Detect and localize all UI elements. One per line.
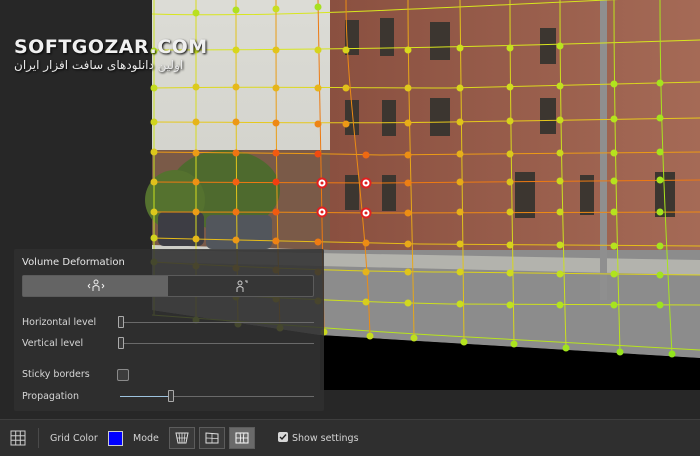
- person-move-icon: [236, 280, 247, 292]
- panel-title: Volume Deformation: [22, 257, 125, 268]
- propagation-label: Propagation: [22, 391, 79, 402]
- volume-deformation-panel: Volume Deformation Horizontal level Vert…: [14, 249, 324, 411]
- toolbar-divider: [38, 428, 39, 448]
- horizontal-level-label: Horizontal level: [22, 317, 97, 328]
- warp-grid-icon: [235, 432, 249, 444]
- expand-mode-button[interactable]: [23, 276, 168, 296]
- grid-icon: [10, 430, 26, 446]
- bottom-toolbar: Grid Color Mode Show settings: [0, 419, 700, 456]
- show-settings-label: Show settings: [292, 433, 359, 444]
- watermark-tagline: اولین دانلودهای سافت افزار ایران: [14, 58, 184, 72]
- flat-grid-icon: [205, 432, 219, 444]
- person-expand-icon: [87, 279, 104, 291]
- vertical-level-label: Vertical level: [22, 338, 84, 349]
- show-settings-checkbox[interactable]: [278, 432, 288, 442]
- propagation-handle[interactable]: [168, 390, 175, 402]
- perspective-grid-icon: [175, 432, 189, 444]
- sticky-borders-label: Sticky borders: [22, 369, 90, 380]
- horizontal-level-slider[interactable]: [118, 316, 314, 328]
- move-mode-button[interactable]: [168, 276, 313, 296]
- vertical-level-handle[interactable]: [118, 337, 124, 349]
- grid-toggle-button[interactable]: [9, 429, 27, 447]
- propagation-fill: [120, 396, 171, 397]
- grid-color-label: Grid Color: [50, 433, 98, 444]
- propagation-slider[interactable]: [120, 390, 314, 402]
- checkmark-icon: [279, 434, 287, 441]
- watermark-brand: SOFTGOZAR.COM: [14, 36, 208, 58]
- mode-label: Mode: [133, 433, 159, 444]
- grid-color-swatch[interactable]: [108, 431, 123, 446]
- perspective-mode-button[interactable]: [169, 427, 195, 449]
- flat-mode-button[interactable]: [199, 427, 225, 449]
- sticky-borders-checkbox[interactable]: [117, 369, 129, 381]
- vertical-level-slider[interactable]: [118, 337, 314, 349]
- horizontal-level-handle[interactable]: [118, 316, 124, 328]
- deformation-mode-toggle: [22, 275, 314, 297]
- image-canvas[interactable]: SOFTGOZAR.COM اولین دانلودهای سافت افزار…: [0, 0, 700, 419]
- warp-mode-button[interactable]: [229, 427, 255, 449]
